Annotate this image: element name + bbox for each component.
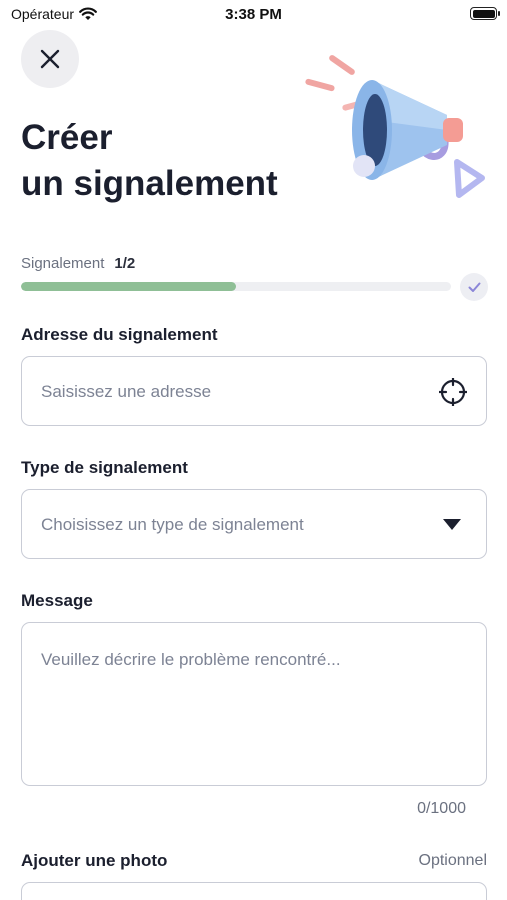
progress-step: 1/2 (114, 255, 136, 272)
message-char-counter: 0/1000 (417, 800, 466, 817)
address-field[interactable]: Saisissez une adresse (21, 356, 487, 426)
status-bar: Opérateur 3:38 PM (0, 0, 507, 30)
page-title-line2: un signalement (21, 164, 278, 203)
battery-icon (470, 7, 500, 20)
crosshair-icon[interactable] (439, 378, 467, 406)
page-title-line1: Créer (21, 118, 113, 157)
progress-label-text: Signalement (21, 255, 105, 272)
address-placeholder: Saisissez une adresse (41, 382, 212, 401)
check-icon (468, 282, 480, 292)
page-title: Créer un signalement (21, 115, 278, 207)
type-label: Type de signalement (21, 458, 188, 477)
message-label: Message (21, 591, 93, 610)
type-placeholder: Choisissez un type de signalement (41, 515, 304, 534)
photo-upload-field[interactable] (21, 882, 487, 900)
caret-down-icon (443, 519, 461, 530)
photo-label: Ajouter une photo (21, 851, 168, 870)
status-time: 3:38 PM (225, 6, 282, 23)
type-select[interactable]: Choisissez un type de signalement (21, 489, 487, 559)
photo-optional-label: Optionnel (418, 852, 488, 869)
progress-final-step (460, 273, 488, 301)
progress-fill (21, 282, 236, 291)
progress-label: Signalement 1/2 (21, 255, 135, 272)
progress-track (21, 282, 451, 291)
message-placeholder: Veuillez décrire le problème rencontré..… (41, 650, 341, 669)
message-textarea[interactable]: Veuillez décrire le problème rencontré..… (21, 622, 487, 786)
close-icon (40, 49, 60, 69)
close-button[interactable] (21, 30, 79, 88)
megaphone-illustration (305, 55, 485, 198)
address-label: Adresse du signalement (21, 325, 218, 344)
